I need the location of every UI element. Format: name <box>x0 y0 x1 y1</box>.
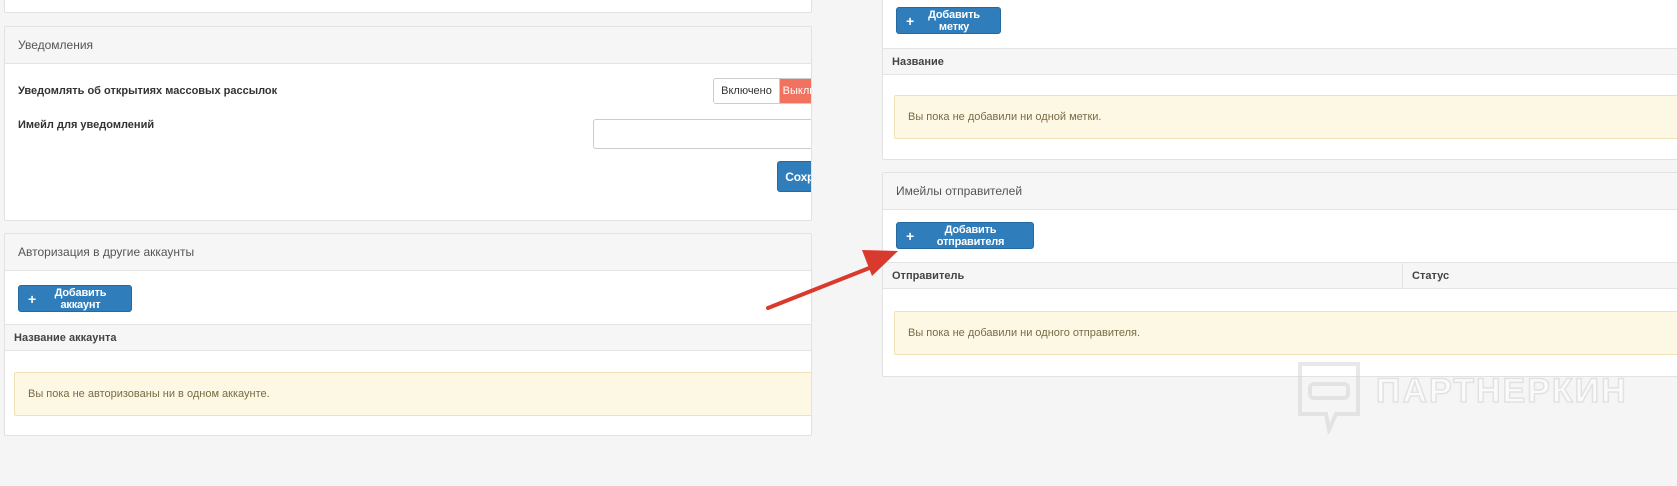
add-sender-button[interactable]: + Добавить отправителя <box>896 222 1034 249</box>
email-label: Имейл для уведомлений <box>18 119 155 131</box>
email-field[interactable] <box>593 119 811 149</box>
senders-empty-alert: Вы пока не добавили ни одного отправител… <box>894 311 1677 355</box>
save-button[interactable]: Сохранить <box>777 161 812 192</box>
toggle-on-option[interactable]: Включено <box>714 79 780 103</box>
tags-empty-alert: Вы пока не добавили ни одной метки. <box>894 95 1677 139</box>
add-account-button[interactable]: + Добавить аккаунт <box>18 285 132 312</box>
open-notify-label: Уведомлять об открытиях массовых рассыло… <box>18 85 278 97</box>
senders-panel: Имейлы отправителей + Добавить отправите… <box>882 172 1677 377</box>
add-sender-label: Добавить отправителя <box>936 223 1005 248</box>
top-left-panel <box>4 0 812 13</box>
tags-table-header: Название <box>883 48 1677 75</box>
add-tag-button[interactable]: + Добавить метку <box>896 7 1001 34</box>
watermark-text: ПАРТНЕРКИН <box>1375 371 1628 411</box>
toggle-off-option[interactable]: Выключено <box>780 79 811 103</box>
notify-toggle: Включено Выключено <box>713 78 811 104</box>
tags-panel: + Добавить метку Название Вы пока не доб… <box>882 0 1677 160</box>
save-button-label: Сохранить <box>785 169 812 184</box>
auth-table-header: Название аккаунта <box>5 324 811 351</box>
add-account-label: Добавить аккаунт <box>54 286 107 311</box>
senders-table-header: Отправитель Статус <box>883 262 1677 289</box>
notifications-heading: Уведомления <box>5 27 811 64</box>
auth-panel: Авторизация в другие аккаунты + Добавить… <box>4 233 812 436</box>
plus-icon: + <box>906 12 914 29</box>
col-status: Статус <box>1412 270 1450 282</box>
col-sender: Отправитель <box>883 263 1403 288</box>
col-tag-name: Название <box>892 56 944 68</box>
auth-empty-alert: Вы пока не авторизованы ни в одном аккау… <box>14 372 811 416</box>
col-account-name: Название аккаунта <box>5 325 811 350</box>
notifications-panel: Уведомления Уведомлять об открытиях масс… <box>4 26 812 221</box>
plus-icon: + <box>28 290 36 307</box>
watermark: ПАРТНЕРКИН <box>1296 362 1636 434</box>
watermark-logo-icon <box>1298 362 1360 434</box>
add-tag-label: Добавить метку <box>928 8 980 33</box>
auth-heading: Авторизация в другие аккаунты <box>5 234 811 271</box>
senders-heading: Имейлы отправителей <box>883 173 1677 210</box>
plus-icon: + <box>906 227 914 244</box>
